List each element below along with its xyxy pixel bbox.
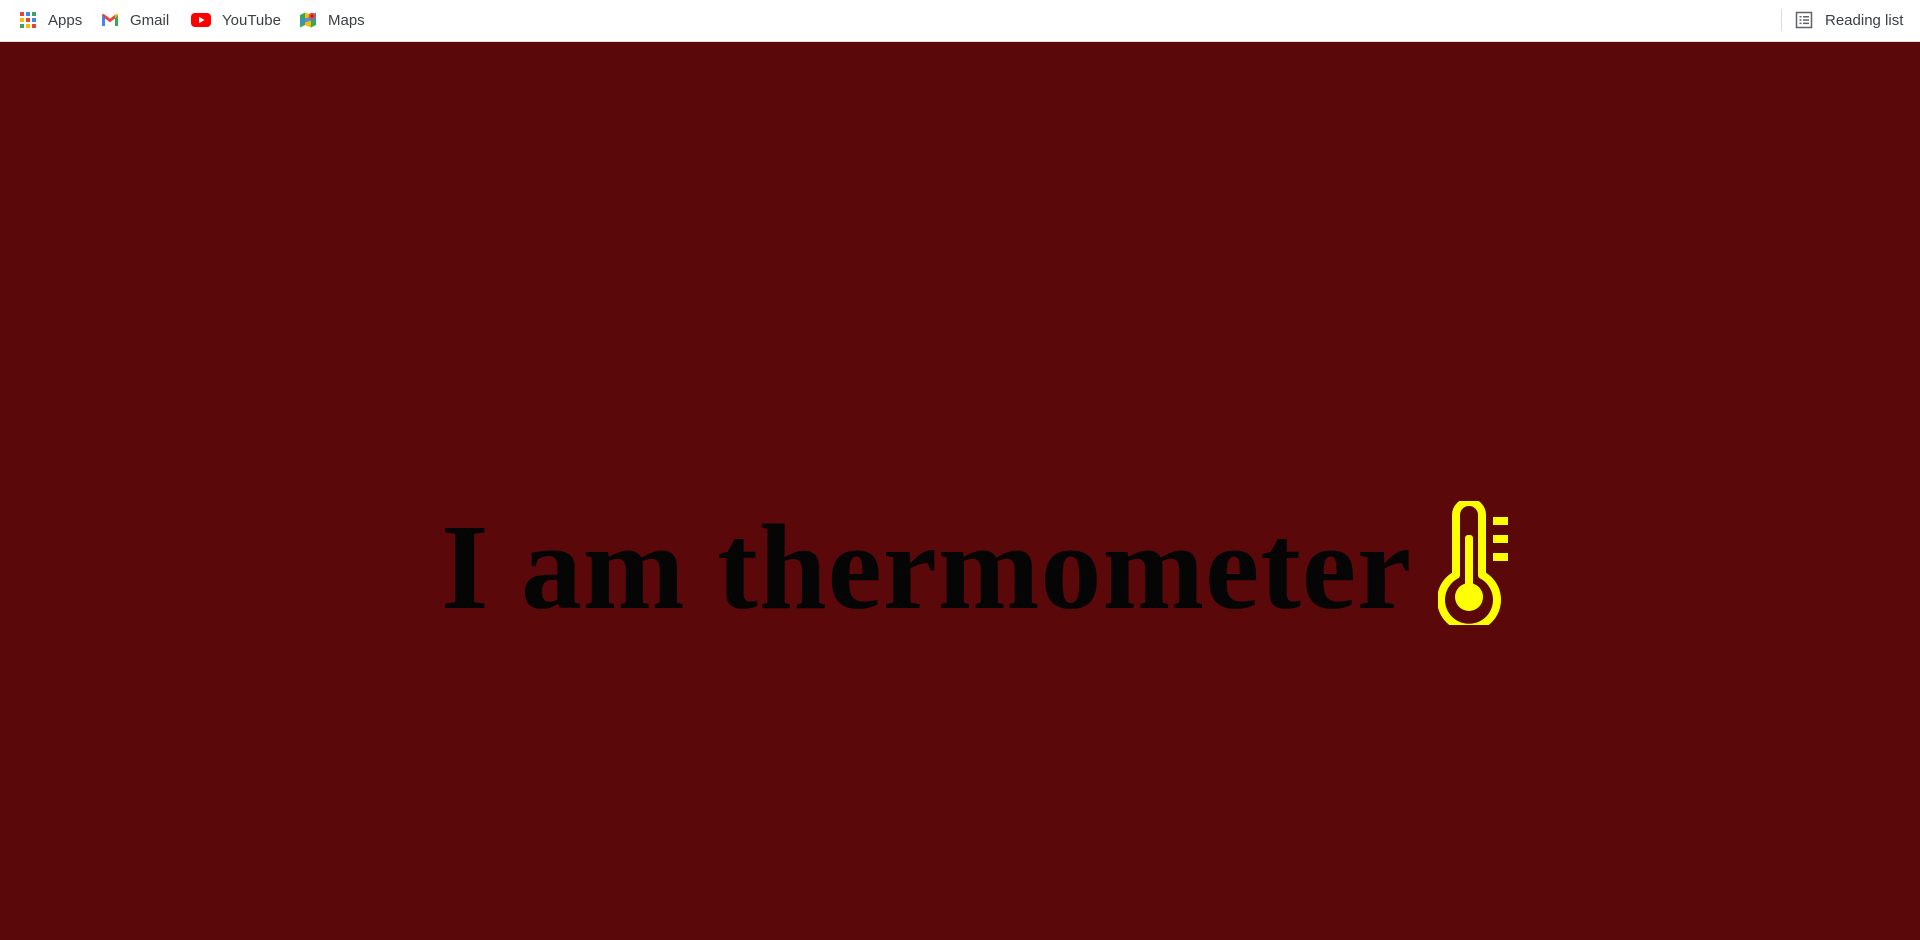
apps-grid-icon (19, 11, 37, 29)
youtube-icon (191, 11, 211, 29)
reading-list-button[interactable]: Reading list (1795, 0, 1903, 40)
reading-list-divider (1781, 9, 1782, 31)
gmail-icon (101, 11, 119, 29)
reading-list-icon (1795, 11, 1813, 29)
bookmarks-bar: Apps Gmail YouTube Maps Reading list (0, 0, 1920, 42)
bookmark-apps[interactable]: Apps (19, 0, 82, 40)
bookmark-gmail-label: Gmail (130, 11, 170, 29)
page-content: I am thermometer (0, 42, 1920, 940)
heading-row: I am thermometer (441, 488, 1514, 648)
bookmark-gmail[interactable]: Gmail (101, 0, 169, 40)
bookmark-apps-label: Apps (48, 11, 83, 29)
bookmark-youtube-label: YouTube (222, 11, 281, 29)
bookmark-maps[interactable]: Maps (299, 0, 365, 40)
thermometer-icon (1438, 501, 1509, 625)
bookmark-youtube[interactable]: YouTube (191, 0, 281, 40)
page-heading: I am thermometer (441, 500, 1413, 635)
bookmark-maps-label: Maps (328, 11, 365, 29)
reading-list-label: Reading list (1825, 11, 1904, 29)
maps-icon (299, 11, 317, 29)
